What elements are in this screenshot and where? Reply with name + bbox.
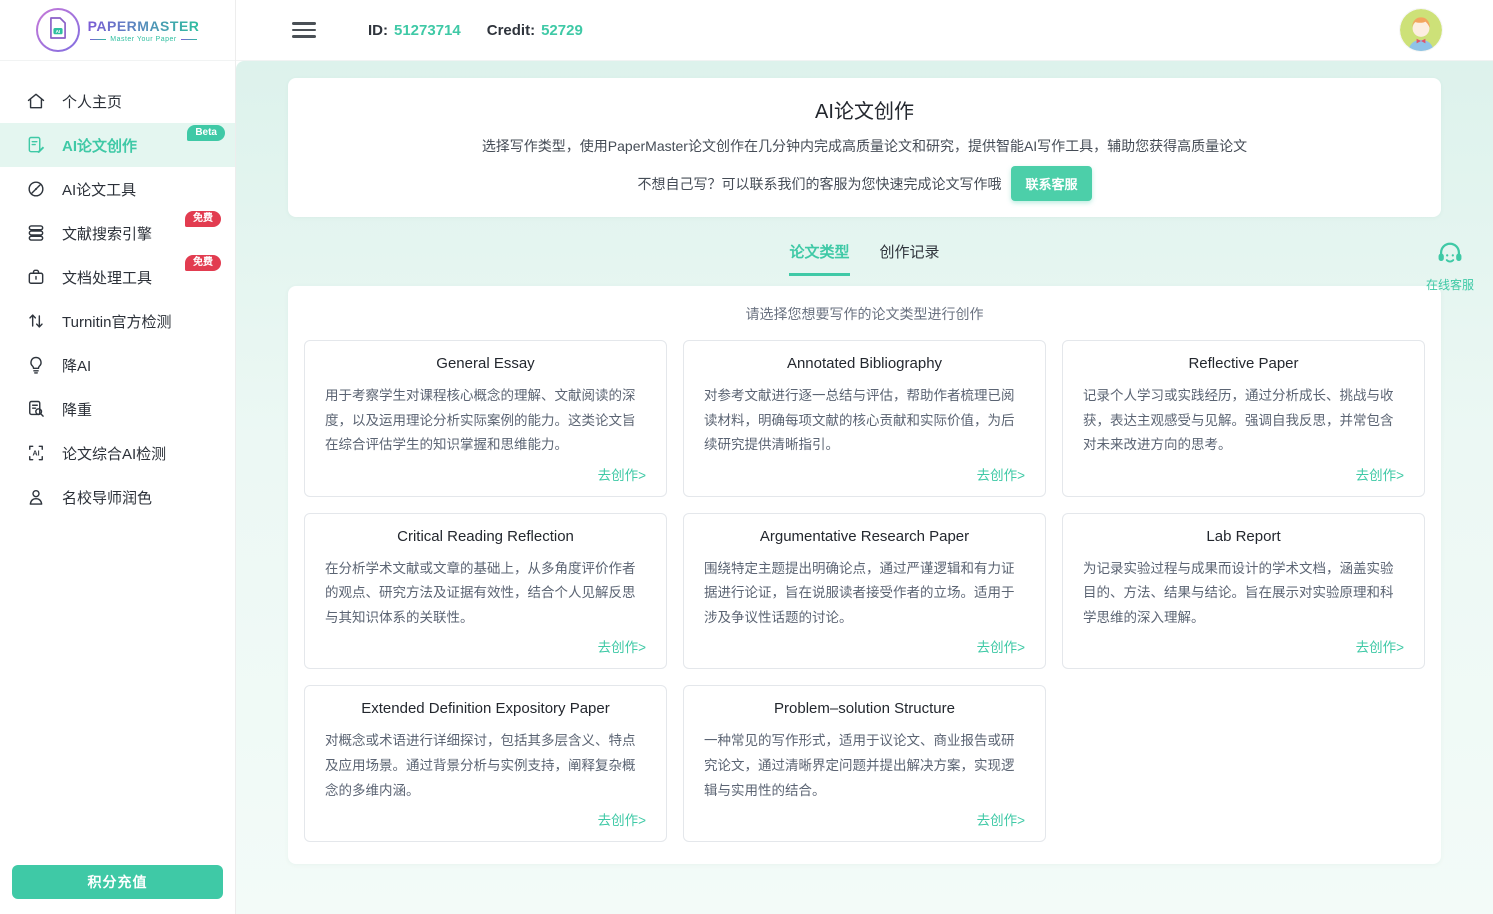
logo-ring: AI <box>36 8 80 52</box>
card-description: 一种常见的写作形式，适用于议论文、商业报告或研究论文，通过清晰界定问题并提出解决… <box>704 729 1025 803</box>
sidebar-item-9[interactable]: 名校导师润色 <box>0 475 235 519</box>
sidebar-item-4[interactable]: 文档处理工具 免费 <box>0 255 235 299</box>
card-title: Lab Report <box>1083 528 1404 545</box>
hamburger-menu-icon[interactable] <box>292 22 316 38</box>
ai-scan-icon: AI <box>26 443 46 463</box>
create-link[interactable]: 去创作> <box>598 803 646 829</box>
sidebar-item-0[interactable]: 个人主页 <box>0 79 235 123</box>
card-title: Annotated Bibliography <box>704 355 1025 372</box>
create-link[interactable]: 去创作> <box>977 630 1025 656</box>
card-description: 在分析学术文献或文章的基础上，从多角度评价作者的观点、研究方法及证据有效性，结合… <box>325 557 646 631</box>
tab-0[interactable]: 论文类型 <box>789 241 849 276</box>
card-description: 为记录实验过程与成果而设计的学术文档，涵盖实验目的、方法、结果与结论。旨在展示对… <box>1083 557 1404 631</box>
sidebar-menu: 个人主页 AI论文创作 Beta AI论文工具 文献搜索引擎 免费 文档处理工具… <box>0 79 235 519</box>
hero-card: AI论文创作 选择写作类型，使用PaperMaster论文创作在几分钟内完成高质… <box>288 78 1441 217</box>
bulb-ai-icon <box>26 355 46 375</box>
paper-type-card-0: General Essay 用于考察学生对课程核心概念的理解、文献阅读的深度，以… <box>304 340 667 497</box>
online-service-widget[interactable]: 在线客服 <box>1426 239 1474 293</box>
paper-type-card-3: Critical Reading Reflection 在分析学术文献或文章的基… <box>304 513 667 670</box>
home-icon <box>26 91 46 111</box>
card-description: 对参考文献进行逐一总结与评估，帮助作者梳理已阅读材料，明确每项文献的核心贡献和实… <box>704 384 1025 458</box>
sidebar: AI PAPERMASTER Master Your Paper 个人主页 AI… <box>0 0 236 914</box>
sidebar-item-5[interactable]: Turnitin官方检测 <box>0 299 235 343</box>
paper-type-card-6: Extended Definition Expository Paper 对概念… <box>304 685 667 842</box>
recharge-button[interactable]: 积分充值 <box>12 865 223 899</box>
card-title: Argumentative Research Paper <box>704 528 1025 545</box>
sidebar-item-label: 名校导师润色 <box>62 487 152 508</box>
account-info: ID: 51273714 Credit: 52729 <box>368 22 583 39</box>
board-prompt: 请选择您想要写作的论文类型进行创作 <box>304 304 1425 324</box>
main-content: AI论文创作 选择写作类型，使用PaperMaster论文创作在几分钟内完成高质… <box>236 61 1493 914</box>
paper-type-card-4: Argumentative Research Paper 围绕特定主题提出明确论… <box>683 513 1046 670</box>
tabs: 论文类型创作记录 <box>236 241 1493 276</box>
paper-type-grid: General Essay 用于考察学生对课程核心概念的理解、文献阅读的深度，以… <box>304 340 1425 842</box>
briefcase-icon <box>26 267 46 287</box>
sidebar-item-label: 降重 <box>62 399 92 420</box>
sidebar-item-8[interactable]: AI 论文综合AI检测 <box>0 431 235 475</box>
card-description: 围绕特定主题提出明确论点，通过严谨逻辑和有力证据进行论证，旨在说服读者接受作者的… <box>704 557 1025 631</box>
mentor-icon <box>26 487 46 507</box>
paper-type-card-7: Problem–solution Structure 一种常见的写作形式，适用于… <box>683 685 1046 842</box>
credit-label: Credit: <box>487 22 535 39</box>
sidebar-item-label: 文献搜索引擎 <box>62 223 152 244</box>
page-subtitle-line2: 不想自己写？可以联系我们的客服为您快速完成论文写作哦 <box>637 174 1001 194</box>
sidebar-item-3[interactable]: 文献搜索引擎 免费 <box>0 211 235 255</box>
paper-type-card-5: Lab Report 为记录实验过程与成果而设计的学术文档，涵盖实验目的、方法、… <box>1062 513 1425 670</box>
sidebar-item-label: 文档处理工具 <box>62 267 152 288</box>
paper-edit-icon <box>26 135 46 155</box>
create-link[interactable]: 去创作> <box>598 630 646 656</box>
logo-tagline: Master Your Paper <box>90 36 196 43</box>
svg-text:AI: AI <box>55 28 60 33</box>
card-title: General Essay <box>325 355 646 372</box>
card-description: 对概念或术语进行详细探讨，包括其多层含义、特点及应用场景。通过背景分析与实例支持… <box>325 729 646 803</box>
sidebar-item-label: 个人主页 <box>62 91 122 112</box>
id-label: ID: <box>368 22 388 39</box>
create-link[interactable]: 去创作> <box>977 803 1025 829</box>
paper-type-card-1: Annotated Bibliography 对参考文献进行逐一总结与评估，帮助… <box>683 340 1046 497</box>
card-description: 用于考察学生对课程核心概念的理解、文献阅读的深度，以及运用理论分析实际案例的能力… <box>325 384 646 458</box>
tab-1[interactable]: 创作记录 <box>880 241 940 276</box>
headset-icon <box>1435 239 1465 274</box>
free-badge: 免费 <box>185 255 221 271</box>
sidebar-item-label: AI论文创作 <box>62 135 137 156</box>
sidebar-item-1[interactable]: AI论文创作 Beta <box>0 123 235 167</box>
create-link[interactable]: 去创作> <box>1356 630 1404 656</box>
user-avatar[interactable] <box>1400 9 1442 51</box>
paper-type-card-2: Reflective Paper 记录个人学习或实践经历，通过分析成长、挑战与收… <box>1062 340 1425 497</box>
card-title: Reflective Paper <box>1083 355 1404 372</box>
sidebar-item-label: 降AI <box>62 355 91 376</box>
sidebar-item-7[interactable]: 降重 <box>0 387 235 431</box>
credit-value: 52729 <box>541 22 583 39</box>
card-title: Extended Definition Expository Paper <box>325 700 646 717</box>
turnitin-icon <box>26 311 46 331</box>
card-title: Problem–solution Structure <box>704 700 1025 717</box>
create-link[interactable]: 去创作> <box>598 458 646 484</box>
document-ai-icon: AI <box>48 16 68 45</box>
card-description: 记录个人学习或实践经历，通过分析成长、挑战与收获，表达主观感受与见解。强调自我反… <box>1083 384 1404 458</box>
online-service-label: 在线客服 <box>1426 276 1474 293</box>
sidebar-item-label: AI论文工具 <box>62 179 136 200</box>
contact-support-button[interactable]: 联系客服 <box>1011 166 1091 201</box>
id-value: 51273714 <box>394 22 461 39</box>
create-link[interactable]: 去创作> <box>977 458 1025 484</box>
books-icon <box>26 223 46 243</box>
sidebar-item-label: 论文综合AI检测 <box>62 443 166 464</box>
sidebar-item-6[interactable]: 降AI <box>0 343 235 387</box>
card-title: Critical Reading Reflection <box>325 528 646 545</box>
logo-name: PAPERMASTER <box>88 18 200 34</box>
svg-text:AI: AI <box>32 450 39 458</box>
page-title: AI论文创作 <box>318 95 1411 124</box>
free-badge: 免费 <box>185 211 221 227</box>
tools-icon <box>26 179 46 199</box>
create-link[interactable]: 去创作> <box>1356 458 1404 484</box>
paper-type-board: 请选择您想要写作的论文类型进行创作 General Essay 用于考察学生对课… <box>288 286 1441 864</box>
sidebar-item-2[interactable]: AI论文工具 <box>0 167 235 211</box>
beta-badge: Beta <box>187 125 225 141</box>
app-logo[interactable]: AI PAPERMASTER Master Your Paper <box>0 0 235 61</box>
doc-search-icon <box>26 399 46 419</box>
page-subtitle-line1: 选择写作类型，使用PaperMaster论文创作在几分钟内完成高质量论文和研究，… <box>318 136 1411 156</box>
sidebar-item-label: Turnitin官方检测 <box>62 311 171 332</box>
topbar: ID: 51273714 Credit: 52729 <box>236 0 1493 61</box>
